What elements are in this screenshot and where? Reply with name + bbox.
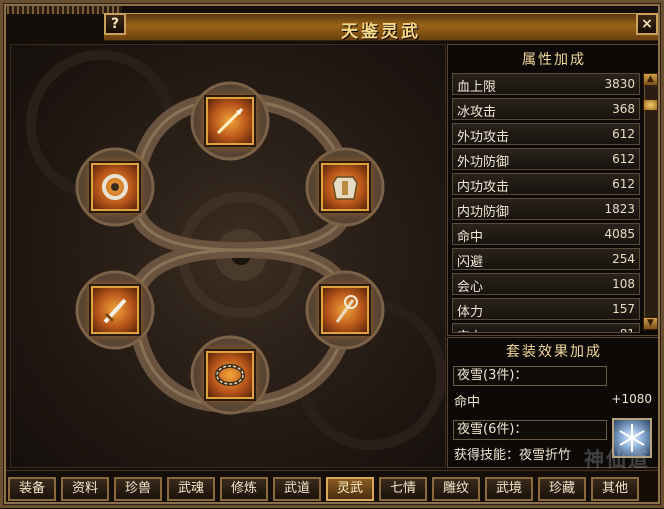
title-bar[interactable]: 天鉴灵武 bbox=[104, 13, 658, 42]
attr-label: 内功攻击 bbox=[457, 180, 510, 195]
tab-war-soul[interactable]: 武魂 bbox=[167, 477, 215, 501]
tab-profile[interactable]: 资料 bbox=[61, 477, 109, 501]
scroll-thumb[interactable] bbox=[643, 99, 658, 111]
attr-label: 冰攻击 bbox=[457, 105, 497, 120]
scroll-down-icon[interactable]: ▼ bbox=[643, 317, 658, 330]
tab-cultivate[interactable]: 修炼 bbox=[220, 477, 268, 501]
attribute-scrollbar[interactable] bbox=[644, 73, 659, 329]
attr-value: 612 bbox=[612, 152, 635, 166]
attr-row: 内功攻击 612 bbox=[452, 173, 640, 195]
attr-row: 血上限 3830 bbox=[452, 73, 640, 95]
attr-label: 外功攻击 bbox=[457, 130, 510, 145]
attr-row: 体力 157 bbox=[452, 298, 640, 320]
attr-row: 闪避 254 bbox=[452, 248, 640, 270]
slot-top[interactable] bbox=[206, 97, 254, 145]
tab-spirit-weapon[interactable]: 灵武 bbox=[326, 477, 374, 501]
tab-martial-way[interactable]: 武道 bbox=[273, 477, 321, 501]
set-3pc-header: 夜雪(3件)： bbox=[453, 366, 607, 386]
tab-emotions[interactable]: 七情 bbox=[379, 477, 427, 501]
slot-upper-left[interactable] bbox=[91, 163, 139, 211]
tab-other[interactable]: 其他 bbox=[591, 477, 639, 501]
attr-label: 内功防御 bbox=[457, 205, 510, 220]
attribute-bonus-panel: 属性加成 血上限 3830 冰攻击 368 外功攻击 612 外功防御 612 内功攻击… bbox=[447, 44, 661, 336]
attr-value: 3830 bbox=[604, 77, 635, 91]
window-title: 天鉴灵武 bbox=[341, 22, 421, 42]
frame-ornament bbox=[2, 0, 122, 14]
scroll-up-icon[interactable]: ▲ bbox=[643, 73, 658, 86]
attr-value: 254 bbox=[612, 252, 635, 266]
attr-label: 命中 bbox=[457, 230, 484, 245]
spear-icon bbox=[216, 107, 244, 135]
close-button[interactable]: × bbox=[636, 13, 658, 35]
attribute-bonus-title: 属性加成 bbox=[522, 52, 586, 68]
slot-upper-right[interactable] bbox=[321, 163, 369, 211]
attr-value: 368 bbox=[612, 102, 635, 116]
attr-label: 体力 bbox=[457, 305, 484, 320]
set-3pc-value: +1080 bbox=[611, 392, 652, 406]
set-6pc-skill: 获得技能：夜雪折竹 bbox=[454, 448, 572, 463]
attr-label: 会心 bbox=[457, 280, 484, 295]
attr-value: 81 bbox=[620, 327, 635, 332]
slot-lower-left[interactable] bbox=[91, 286, 139, 334]
attr-label: 血上限 bbox=[457, 80, 497, 95]
set-3pc-stat: 命中 bbox=[454, 395, 481, 410]
attr-row: 命中 4085 bbox=[452, 223, 640, 245]
attr-value: 157 bbox=[612, 302, 635, 316]
attr-row: 内功防御 1823 bbox=[452, 198, 640, 220]
tab-martial-realm[interactable]: 武境 bbox=[485, 477, 533, 501]
attr-label: 定力 bbox=[457, 326, 483, 332]
attr-value: 612 bbox=[612, 177, 635, 191]
attr-label: 闪避 bbox=[457, 255, 484, 270]
attr-value: 612 bbox=[612, 127, 635, 141]
set-6pc-header: 夜雪(6件)： bbox=[453, 420, 607, 440]
attr-value: 1823 bbox=[604, 202, 635, 216]
dagger-icon bbox=[103, 298, 127, 324]
set-bonus-title: 套装效果加成 bbox=[506, 344, 602, 360]
equipment-wheel-panel bbox=[10, 44, 446, 468]
attr-row: 外功防御 612 bbox=[452, 148, 640, 170]
attr-value: 4085 bbox=[604, 227, 635, 241]
slot-lower-right[interactable] bbox=[321, 286, 369, 334]
bottom-tab-bar: 装备 资料 珍兽 武魂 修炼 武道 灵武 七情 雕纹 武境 珍藏 其他 bbox=[0, 470, 664, 509]
attr-row: 外功攻击 612 bbox=[452, 123, 640, 145]
bracelet-icon bbox=[215, 364, 245, 386]
ring-icon bbox=[102, 174, 128, 200]
tab-engraving[interactable]: 雕纹 bbox=[432, 477, 480, 501]
tab-equipment[interactable]: 装备 bbox=[8, 477, 56, 501]
help-button[interactable]: ? bbox=[104, 13, 126, 35]
attr-row: 定力 81 bbox=[452, 323, 640, 333]
tab-pets[interactable]: 珍兽 bbox=[114, 477, 162, 501]
attr-row: 会心 108 bbox=[452, 273, 640, 295]
staff-icon bbox=[335, 295, 358, 323]
attr-value: 108 bbox=[612, 277, 635, 291]
character-window: 属性加成 血上限 3830 冰攻击 368 外功攻击 612 外功防御 612 内功攻击… bbox=[0, 0, 664, 509]
slot-bottom[interactable] bbox=[206, 351, 254, 399]
tab-collection[interactable]: 珍藏 bbox=[538, 477, 586, 501]
watermark: 神仙道 bbox=[584, 447, 650, 471]
armor-icon bbox=[332, 176, 358, 200]
attr-label: 外功防御 bbox=[457, 155, 510, 170]
attr-row: 冰攻击 368 bbox=[452, 98, 640, 120]
